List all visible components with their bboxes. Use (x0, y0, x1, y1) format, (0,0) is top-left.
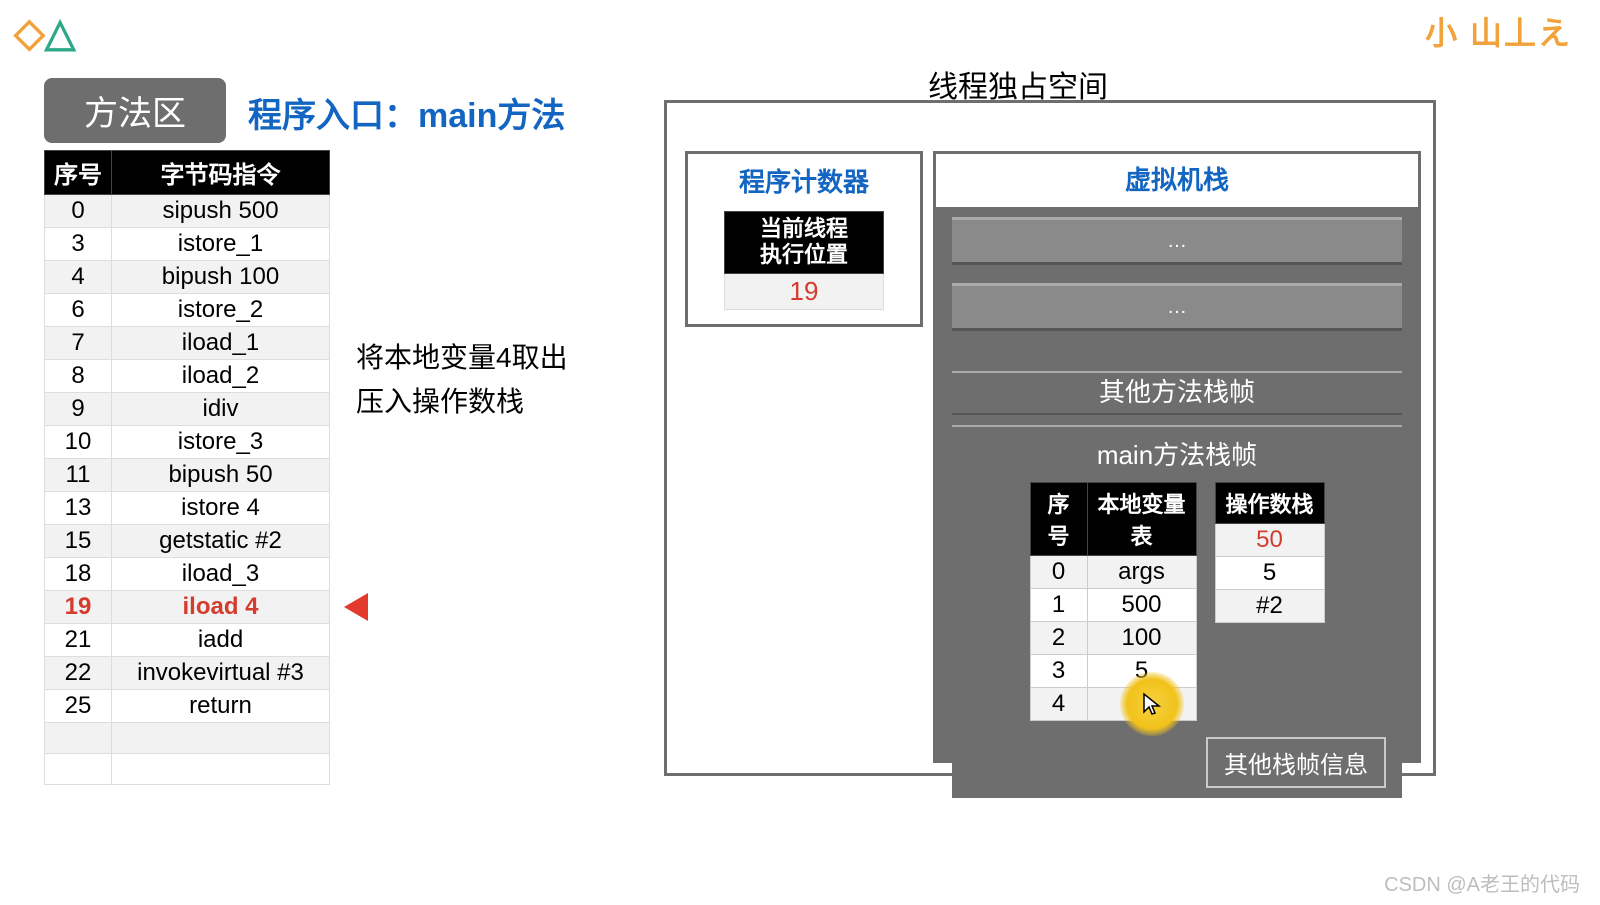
entry-point-label: 程序入口：main方法 (248, 88, 565, 137)
op-val: #2 (1215, 590, 1324, 623)
lv-idx: 3 (1030, 655, 1087, 688)
bytecode-instr: iload_3 (112, 558, 330, 591)
bytecode-idx: 25 (45, 690, 112, 723)
app-logo: ◇△ (14, 10, 76, 56)
mouse-cursor-icon (1140, 692, 1164, 716)
bytecode-idx: 6 (45, 294, 112, 327)
table-row (45, 723, 330, 754)
main-frame: main方法栈帧 序号 本地变量表 0args150021003 5 4 50 操作数… (952, 425, 1402, 798)
bytecode-instr: istore_3 (112, 426, 330, 459)
bytecode-idx: 10 (45, 426, 112, 459)
main-frame-title: main方法栈帧 (952, 427, 1402, 482)
pc-value: 19 (725, 273, 884, 309)
bytecode-idx: 19 (45, 591, 112, 624)
table-row: 11bipush 50 (45, 459, 330, 492)
bytecode-idx: 11 (45, 459, 112, 492)
bytecode-instr: return (112, 690, 330, 723)
table-row: 3istore_1 (45, 228, 330, 261)
table-row: 4bipush 100 (45, 261, 330, 294)
table-row: 9idiv (45, 393, 330, 426)
table-row: #2 (1215, 590, 1324, 623)
table-row: 13istore 4 (45, 492, 330, 525)
op-val: 50 (1215, 524, 1324, 557)
bytecode-idx: 15 (45, 525, 112, 558)
bytecode-instr: istore_2 (112, 294, 330, 327)
table-row: 6istore_2 (45, 294, 330, 327)
bytecode-instr: bipush 100 (112, 261, 330, 294)
bytecode-idx: 0 (45, 195, 112, 228)
table-row: 19iload 4 (45, 591, 330, 624)
op-val: 5 (1215, 557, 1324, 590)
watermark: CSDN @A老王的代码 (1384, 868, 1580, 897)
thread-space-box: 程序计数器 当前线程 执行位置 19 虚拟机栈 … … 其他方法栈帧 main方… (664, 100, 1436, 776)
lv-idx: 1 (1030, 589, 1087, 622)
lv-val: 100 (1087, 622, 1196, 655)
table-row: 18iload_3 (45, 558, 330, 591)
bytecode-instr: idiv (112, 393, 330, 426)
vm-stack-box: 虚拟机栈 … … 其他方法栈帧 main方法栈帧 序号 本地变量表 0args1… (933, 151, 1421, 763)
bytecode-instr: istore 4 (112, 492, 330, 525)
vm-stack-slot-placeholder: … (952, 217, 1402, 265)
bytecode-col-idx: 序号 (45, 151, 112, 195)
bytecode-col-instr: 字节码指令 (112, 151, 330, 195)
table-row: 8iload_2 (45, 360, 330, 393)
lv-idx: 0 (1030, 556, 1087, 589)
bytecode-instr: iload_1 (112, 327, 330, 360)
method-area-title: 方法区 (44, 78, 226, 143)
table-row: 0sipush 500 (45, 195, 330, 228)
pc-header: 当前线程 执行位置 (725, 212, 884, 274)
table-row: 2100 (1030, 622, 1196, 655)
other-frame-label: 其他方法栈帧 (952, 371, 1402, 415)
table-row (45, 754, 330, 785)
bytecode-table: 序号 字节码指令 0sipush 5003istore_14bipush 100… (44, 150, 330, 785)
bytecode-instr: bipush 50 (112, 459, 330, 492)
bytecode-idx: 8 (45, 360, 112, 393)
lv-idx: 2 (1030, 622, 1087, 655)
bytecode-instr: iadd (112, 624, 330, 657)
program-counter-title: 程序计数器 (688, 154, 920, 211)
table-row: 15getstatic #2 (45, 525, 330, 558)
other-frame-info: 其他栈帧信息 (1206, 737, 1386, 788)
lv-idx: 4 (1030, 688, 1087, 721)
lv-val: 500 (1087, 589, 1196, 622)
vm-stack-title: 虚拟机栈 (933, 151, 1421, 207)
bytecode-instr: istore_1 (112, 228, 330, 261)
program-counter-table: 当前线程 执行位置 19 (724, 211, 884, 310)
side-note: 将本地变量4取出 压入操作数栈 (356, 336, 568, 424)
bytecode-idx: 13 (45, 492, 112, 525)
bytecode-idx: 7 (45, 327, 112, 360)
bytecode-idx: 4 (45, 261, 112, 294)
op-col-header: 操作数栈 (1215, 483, 1324, 524)
side-note-line: 将本地变量4取出 (356, 336, 568, 380)
bytecode-instr: getstatic #2 (112, 525, 330, 558)
bytecode-instr: iload 4 (112, 591, 330, 624)
current-instruction-arrow-icon (344, 593, 368, 621)
vm-stack-slot-placeholder: … (952, 283, 1402, 331)
bytecode-idx: 22 (45, 657, 112, 690)
side-note-line: 压入操作数栈 (356, 380, 568, 424)
program-counter-box: 程序计数器 当前线程 执行位置 19 (685, 151, 923, 327)
top-right-label: 小 山丄え (1425, 8, 1572, 54)
operand-stack-table: 操作数栈 505#2 (1215, 482, 1325, 623)
bytecode-instr: invokevirtual #3 (112, 657, 330, 690)
bytecode-instr: iload_2 (112, 360, 330, 393)
bytecode-idx: 18 (45, 558, 112, 591)
bytecode-idx: 3 (45, 228, 112, 261)
lv-col-val: 本地变量表 (1087, 483, 1196, 556)
table-row: 7iload_1 (45, 327, 330, 360)
table-row: 0args (1030, 556, 1196, 589)
table-row: 5 (1215, 557, 1324, 590)
bytecode-idx: 21 (45, 624, 112, 657)
table-row: 22invokevirtual #3 (45, 657, 330, 690)
lv-val: args (1087, 556, 1196, 589)
table-row: 21iadd (45, 624, 330, 657)
bytecode-idx: 9 (45, 393, 112, 426)
lv-col-idx: 序号 (1030, 483, 1087, 556)
table-row: 50 (1215, 524, 1324, 557)
bytecode-instr: sipush 500 (112, 195, 330, 228)
table-row: 25return (45, 690, 330, 723)
table-row: 1500 (1030, 589, 1196, 622)
table-row: 10istore_3 (45, 426, 330, 459)
